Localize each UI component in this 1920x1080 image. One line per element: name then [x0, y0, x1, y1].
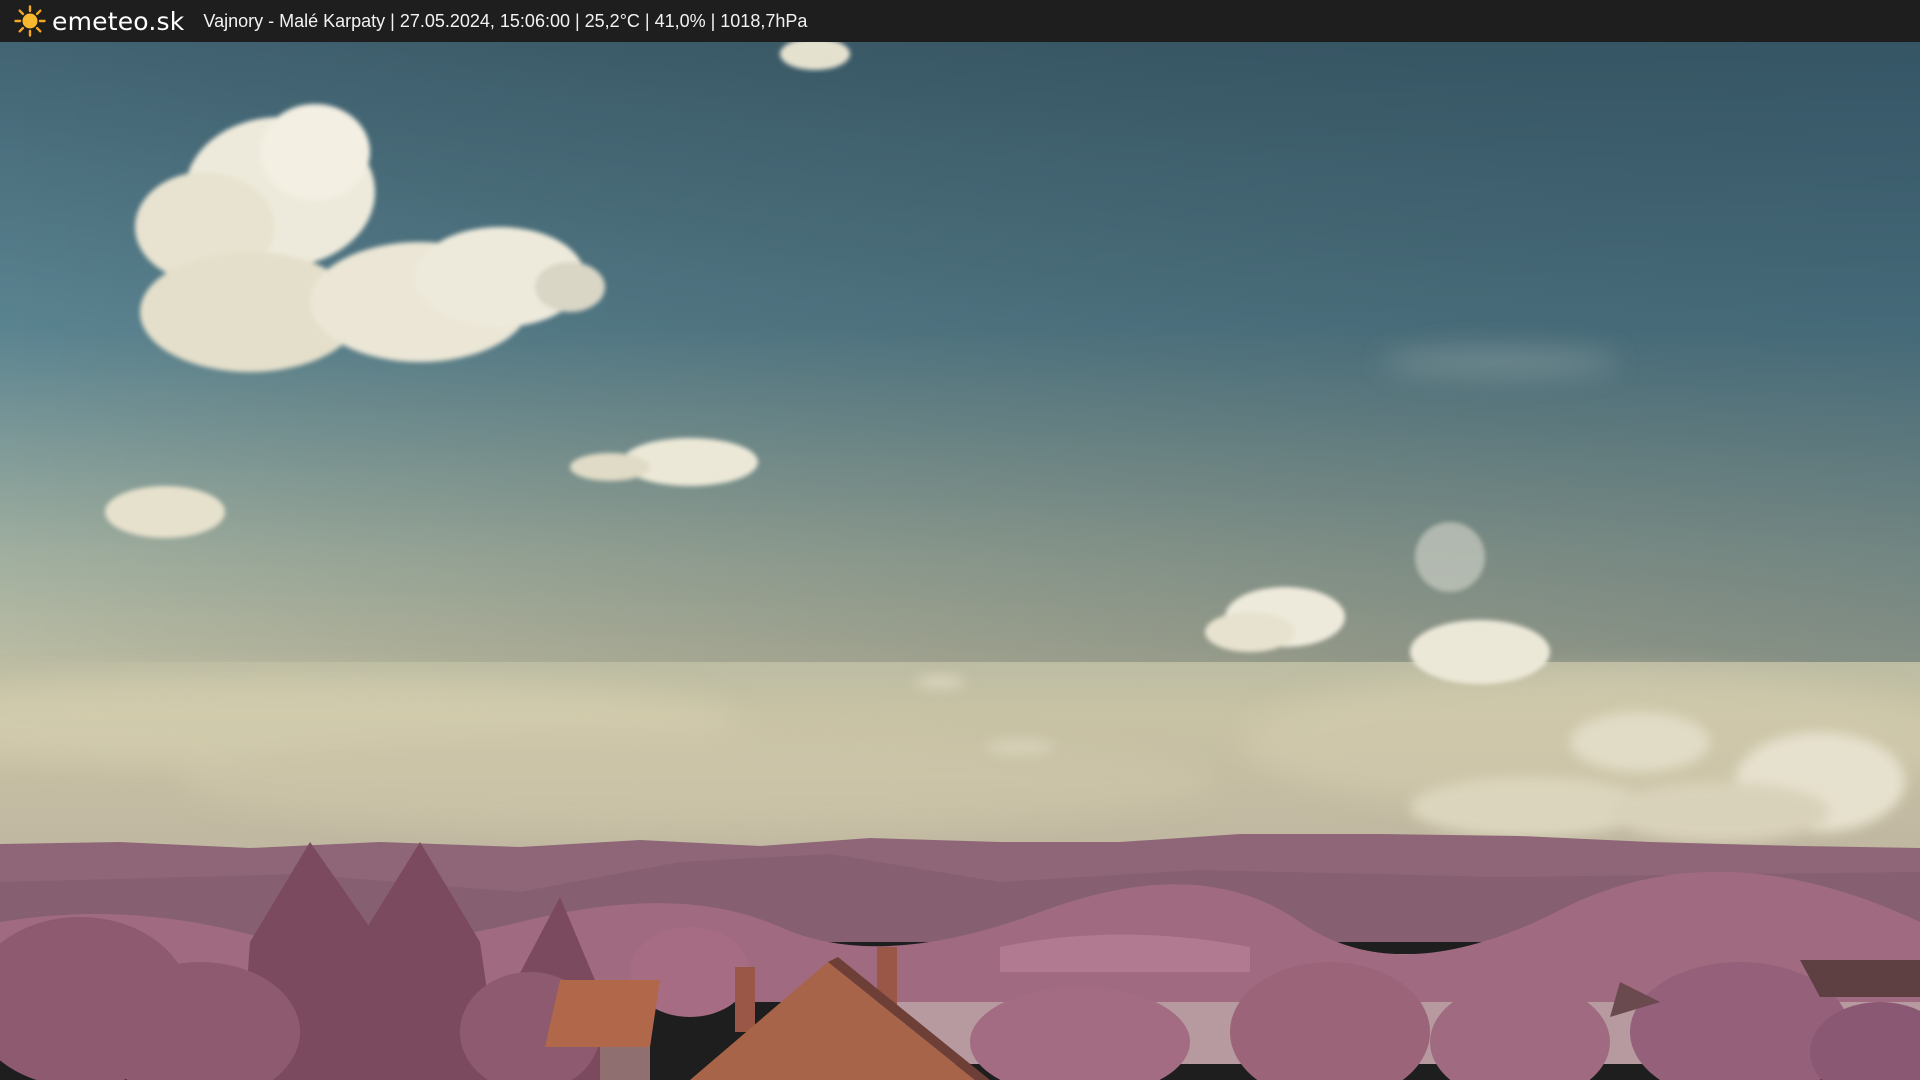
top-bar: emeteo.sk Vajnory - Malé Karpaty | 27.05…: [0, 0, 1920, 42]
sun-icon: [14, 5, 46, 37]
site-logo[interactable]: emeteo.sk: [14, 5, 184, 37]
webcam-caption: Vajnory - Malé Karpaty | 27.05.2024, 15:…: [203, 10, 808, 31]
webcam-image: [0, 42, 1920, 1080]
site-brand: emeteo.sk: [52, 6, 185, 36]
cloud-left-small: [105, 486, 225, 538]
